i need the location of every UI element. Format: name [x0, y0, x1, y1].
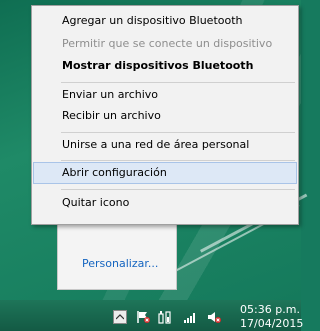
menu-item-allow-connect: Permitir que se conecte un dispositivo [62, 37, 273, 50]
menu-separator [61, 82, 295, 83]
taskbar-clock[interactable]: 05:36 p.m. 17/04/2015 [240, 303, 304, 331]
volume-muted-icon[interactable] [206, 310, 222, 324]
menu-item-remove-icon[interactable]: Quitar icono [33, 192, 297, 214]
action-center-flag-icon[interactable] [135, 310, 151, 324]
menu-separator [61, 189, 295, 190]
menu-item-add-device[interactable]: Agregar un dispositivo Bluetooth [33, 10, 297, 32]
chevron-up-icon [116, 314, 124, 320]
show-hidden-icons-button[interactable] [113, 310, 127, 324]
clock-date: 17/04/2015 [240, 317, 304, 330]
bluetooth-context-menu: Agregar un dispositivo Bluetooth Permiti… [31, 5, 299, 225]
menu-separator [61, 160, 295, 161]
power-icon[interactable] [157, 310, 173, 324]
menu-item-join-pan[interactable]: Unirse a una red de área personal [33, 134, 297, 156]
menu-item-show-devices[interactable]: Mostrar dispositivos Bluetooth [33, 55, 297, 77]
menu-item-send-file[interactable]: Enviar un archivo [33, 84, 297, 106]
menu-separator [61, 132, 295, 133]
clock-time: 05:36 p.m. [240, 303, 300, 316]
menu-item-receive-file[interactable]: Recibir un archivo [33, 105, 297, 127]
customize-link[interactable]: Personalizar... [82, 257, 158, 270]
network-signal-icon[interactable] [182, 310, 198, 324]
menu-item-open-settings[interactable]: Abrir configuración [33, 162, 297, 184]
